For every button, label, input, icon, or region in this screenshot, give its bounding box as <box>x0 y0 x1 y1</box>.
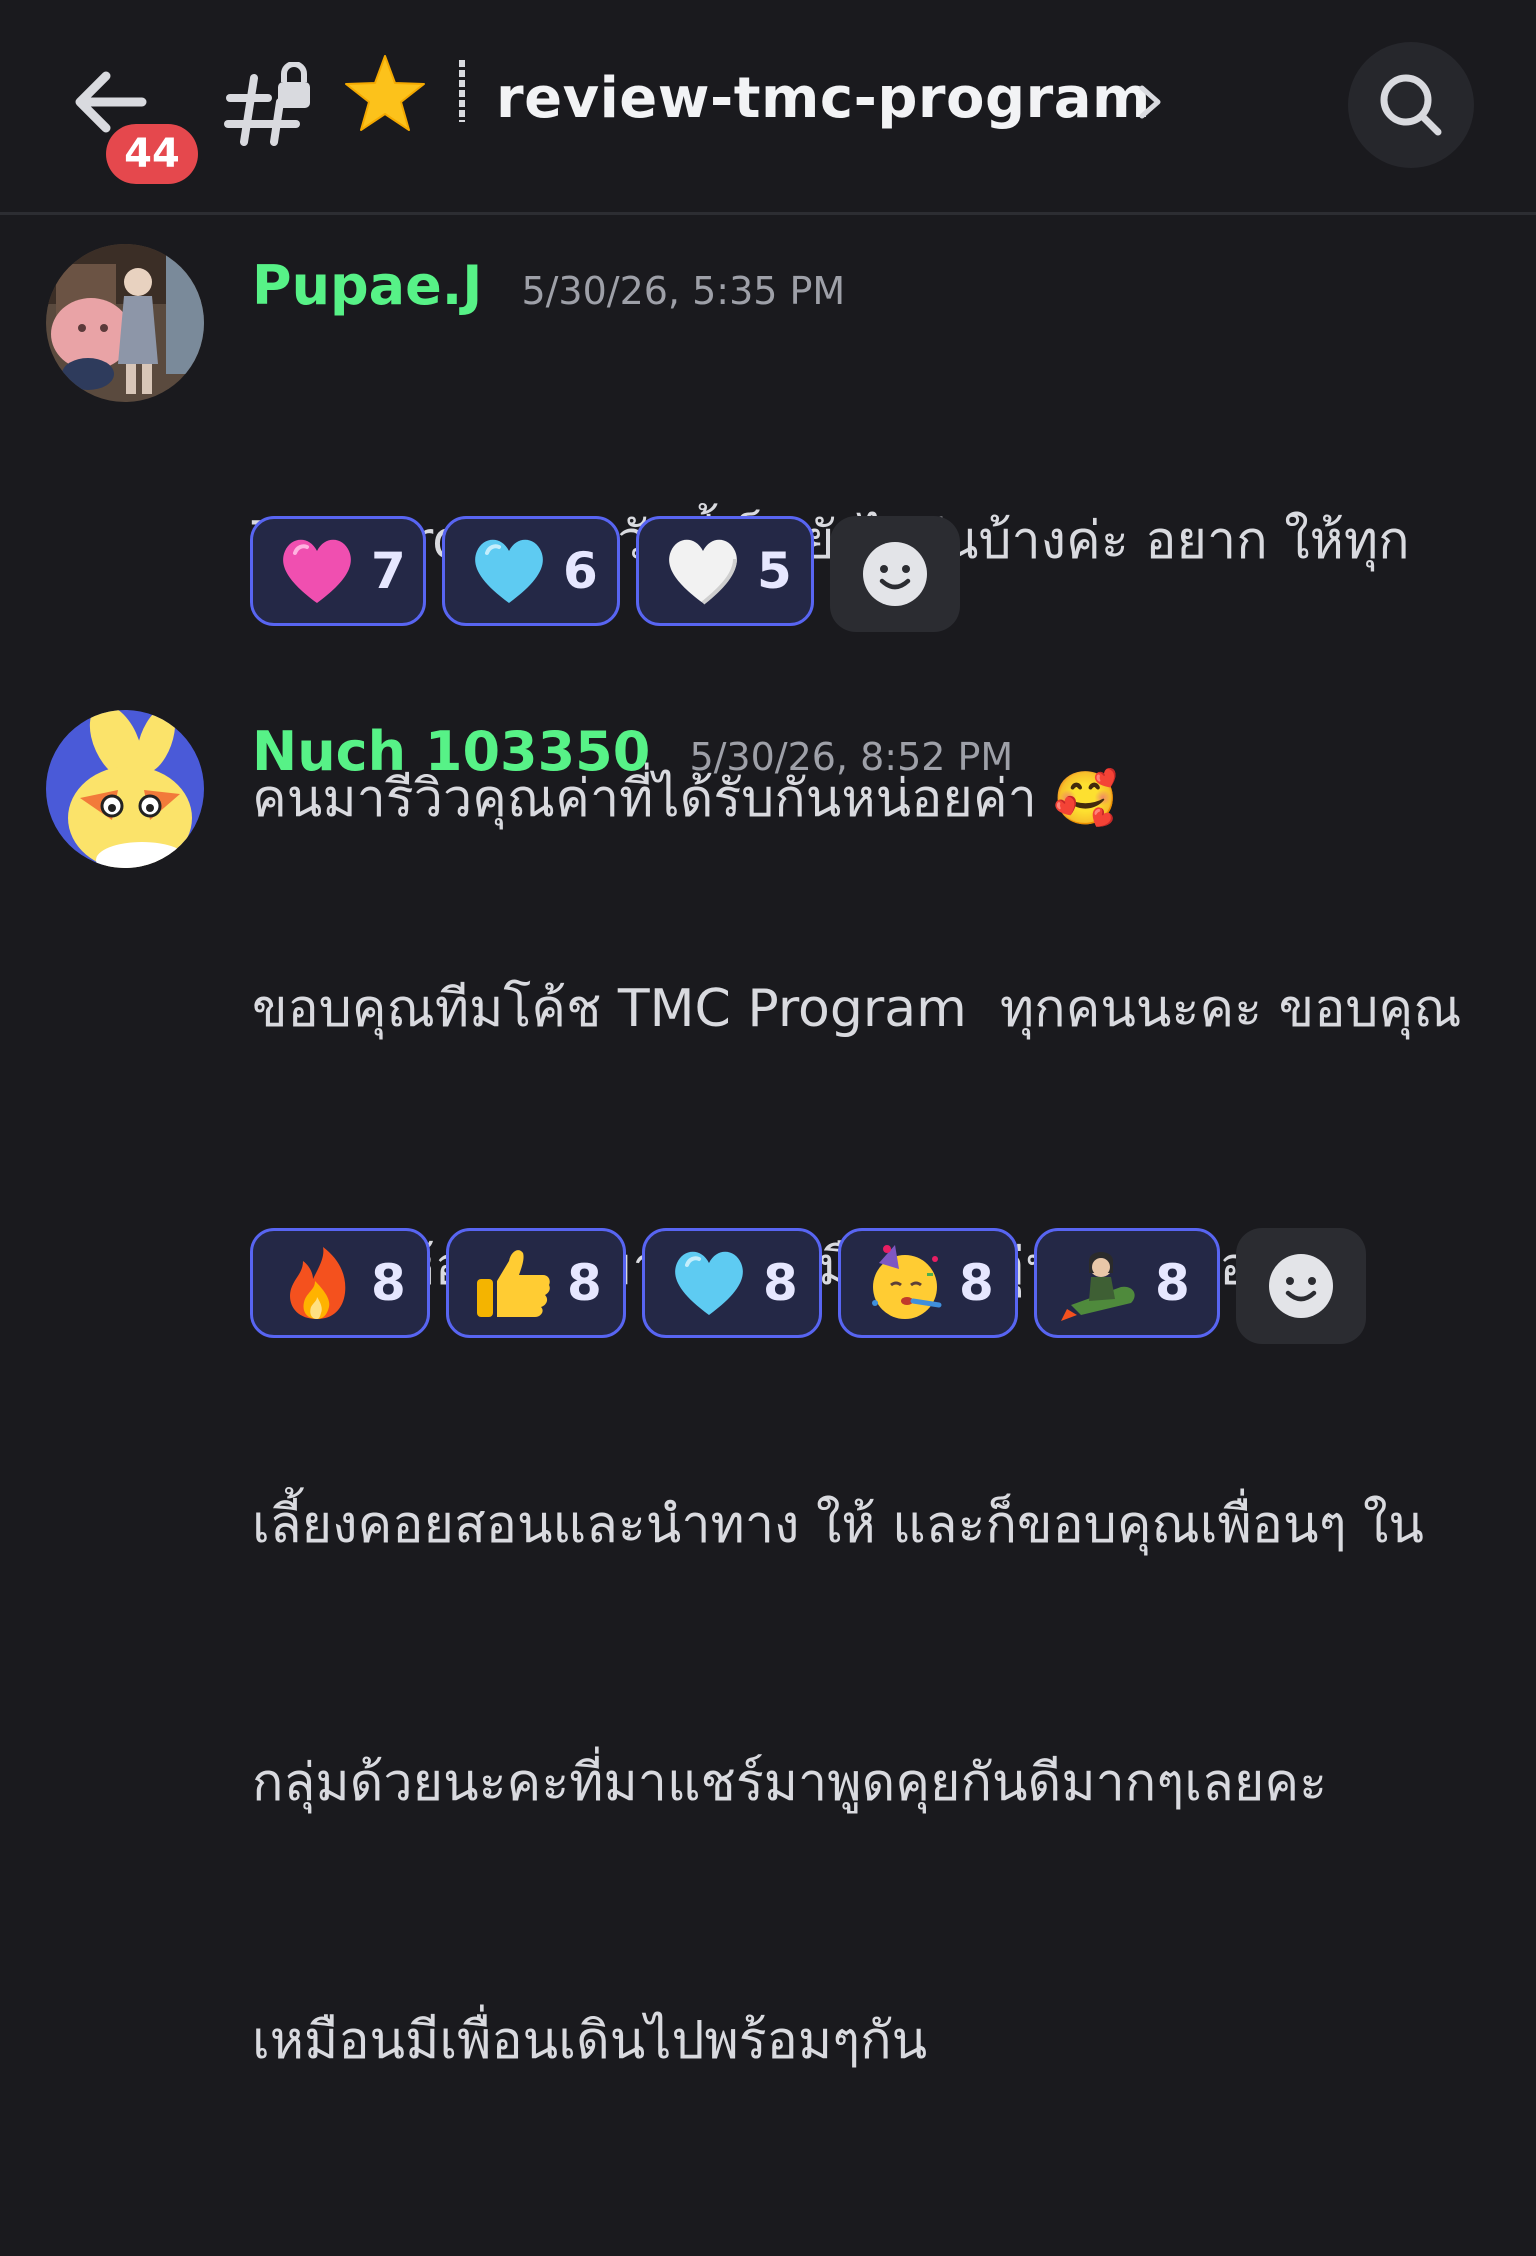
avatar-photo <box>46 244 204 402</box>
reaction-count: 8 <box>371 1254 406 1312</box>
add-reaction-button[interactable] <box>1236 1228 1366 1344</box>
message-text: ขอบคุณทีมโค้ช TMC Program ทุกคนนะคะ ขอบค… <box>252 794 1502 2256</box>
reaction-partying-face[interactable]: 8 <box>838 1228 1018 1338</box>
author-name[interactable]: Nuch 103350 <box>252 720 650 783</box>
reaction-light-blue-heart[interactable]: 6 <box>442 516 620 626</box>
unread-badge: 44 <box>106 124 198 184</box>
message-line: กลุ่มด้วยนะคะที่มาแชร์มาพูดคุยกันดีมากๆเ… <box>252 1753 1328 1813</box>
reaction-count: 8 <box>567 1254 602 1312</box>
message-line: เลี้ยงคอยสอนและนำทาง ให้ และก็ขอบคุณเพื่… <box>252 1495 1424 1555</box>
star-icon <box>345 55 425 131</box>
light-blue-heart-icon <box>669 1243 749 1323</box>
reaction-bar: 8 8 8 8 8 <box>250 1228 1366 1344</box>
avatar-cartoon-rabbit <box>46 710 204 868</box>
avatar[interactable] <box>46 244 204 402</box>
channel-name[interactable]: review-tmc-program <box>496 64 1151 134</box>
search-icon <box>1380 74 1442 136</box>
timestamp: 5/30/26, 8:52 PM <box>689 735 1014 779</box>
locked-channel-hash-icon <box>224 62 310 146</box>
reaction-count: 8 <box>959 1254 994 1312</box>
message-line: ขอบคุณทีมโค้ช TMC Program ทุกคนนะคะ ขอบค… <box>252 979 1462 1039</box>
reaction-count: 7 <box>371 542 406 600</box>
smiley-icon <box>1269 1254 1333 1318</box>
reaction-count: 8 <box>1155 1254 1190 1312</box>
custom-rocket-sticker-icon <box>1061 1243 1141 1323</box>
chevron-right-icon[interactable] <box>1130 80 1170 124</box>
partying-face-icon <box>865 1243 945 1323</box>
fire-icon <box>277 1243 357 1323</box>
message-line: เหมือนมีเพื่อนเดินไปพร้อมๆกัน <box>252 2011 928 2071</box>
message-header: Nuch 103350 5/30/26, 8:52 PM <box>252 720 1013 783</box>
pink-heart-icon <box>277 531 357 611</box>
reaction-thumbs-up[interactable]: 8 <box>446 1228 626 1338</box>
reaction-bar: 7 6 5 <box>250 516 960 632</box>
avatar[interactable] <box>46 710 204 868</box>
search-button[interactable] <box>1348 42 1474 168</box>
reaction-fire[interactable]: 8 <box>250 1228 430 1338</box>
light-blue-heart-icon <box>469 531 549 611</box>
thumbs-up-icon <box>473 1243 553 1323</box>
white-heart-icon <box>663 531 743 611</box>
reaction-custom-rocket-sticker[interactable]: 8 <box>1034 1228 1220 1338</box>
reaction-count: 6 <box>563 542 598 600</box>
channel-header: 44 review-tmc-program <box>0 0 1536 215</box>
reaction-white-heart[interactable]: 5 <box>636 516 814 626</box>
reaction-count: 8 <box>763 1254 798 1312</box>
message-header: Pupae.J 5/30/26, 5:35 PM <box>252 254 845 317</box>
timestamp: 5/30/26, 5:35 PM <box>521 269 846 313</box>
author-name[interactable]: Pupae.J <box>252 254 482 317</box>
reaction-light-blue-heart[interactable]: 8 <box>642 1228 822 1338</box>
smiley-icon <box>863 542 927 606</box>
reaction-count: 5 <box>757 542 792 600</box>
reaction-pink-heart[interactable]: 7 <box>250 516 426 626</box>
channel-divider <box>459 60 465 122</box>
add-reaction-button[interactable] <box>830 516 960 632</box>
